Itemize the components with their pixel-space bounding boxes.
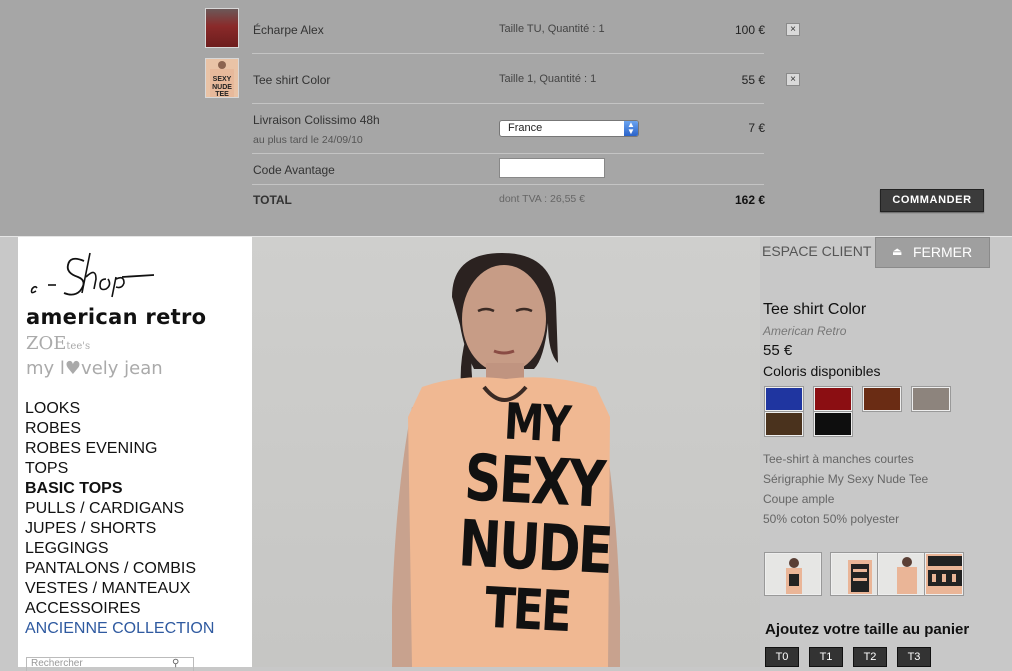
eject-icon: ⏏ bbox=[892, 246, 903, 258]
nav-item-jupes-shorts[interactable]: JUPES / SHORTS bbox=[25, 519, 214, 539]
sidebar: american retro ZOEtee's my l♥vely jean L… bbox=[18, 237, 252, 671]
brand-my-lovely-jean[interactable]: my l♥vely jean bbox=[26, 358, 163, 379]
code-avantage-input[interactable] bbox=[499, 158, 605, 178]
color-swatch-red[interactable] bbox=[813, 386, 853, 412]
nav-item-pantalons-combis[interactable]: PANTALONS / COMBIS bbox=[25, 559, 214, 579]
nav-item-basic-tops[interactable]: BASIC TOPS bbox=[25, 479, 214, 499]
color-swatch-grey[interactable] bbox=[911, 386, 951, 412]
remove-item-button[interactable]: × bbox=[786, 73, 800, 86]
cart-item-price: 55 € bbox=[741, 73, 765, 87]
nav-item-robes[interactable]: ROBES bbox=[25, 419, 214, 439]
cart-panel: Écharpe Alex Taille TU, Quantité : 1 100… bbox=[0, 0, 1012, 237]
size-button-t2[interactable]: T2 bbox=[853, 647, 887, 667]
product-description-line: Sérigraphie My Sexy Nude Tee bbox=[763, 472, 929, 486]
shipping-sublabel: au plus tard le 24/09/10 bbox=[253, 134, 363, 146]
size-button-t0[interactable]: T0 bbox=[765, 647, 799, 667]
order-button[interactable]: COMMANDER bbox=[880, 189, 984, 212]
colors-label: Coloris disponibles bbox=[763, 363, 881, 379]
shirt-print-line: NUDE bbox=[456, 507, 613, 590]
eshop-logo[interactable] bbox=[24, 247, 155, 304]
close-cart-button[interactable]: ⏏ FERMER bbox=[875, 237, 990, 268]
product-title: Tee shirt Color bbox=[763, 301, 867, 318]
color-swatch-dark-brown[interactable] bbox=[764, 411, 804, 437]
color-swatch-black[interactable] bbox=[813, 411, 853, 437]
close-label: FERMER bbox=[913, 244, 973, 260]
search-input[interactable]: Rechercher bbox=[26, 657, 194, 671]
nav-item-vestes-manteaux[interactable]: VESTES / MANTEAUX bbox=[25, 579, 214, 599]
espace-client-link[interactable]: ESPACE CLIENT bbox=[762, 243, 871, 259]
shipping-row: Livraison Colissimo 48h au plus tard le … bbox=[205, 110, 765, 156]
shirt-print: MY SEXY NUDE TEE bbox=[436, 392, 629, 645]
divider bbox=[252, 103, 764, 104]
cart-item: Écharpe Alex Taille TU, Quantité : 1 100… bbox=[205, 8, 800, 54]
nav-item-looks[interactable]: LOOKS bbox=[25, 399, 214, 419]
size-button-t1[interactable]: T1 bbox=[809, 647, 843, 667]
nav-item-accessoires[interactable]: ACCESSOIRES bbox=[25, 599, 214, 619]
brand-zoe-text: ZOE bbox=[26, 333, 67, 354]
color-swatch-brown[interactable] bbox=[862, 386, 902, 412]
divider bbox=[252, 184, 764, 185]
total-value: 162 € bbox=[734, 193, 765, 207]
size-label: Ajoutez votre taille au panier bbox=[765, 621, 970, 638]
product-price: 55 € bbox=[763, 342, 793, 359]
color-swatch-blue[interactable] bbox=[764, 386, 804, 412]
product-thumbnail[interactable] bbox=[924, 552, 964, 596]
divider bbox=[252, 153, 764, 154]
nav-item-pulls-cardigans[interactable]: PULLS / CARDIGANS bbox=[25, 499, 214, 519]
brand-american-retro[interactable]: american retro bbox=[26, 305, 206, 329]
remove-item-button[interactable]: × bbox=[786, 23, 800, 36]
brand-zoe-tees[interactable]: ZOEtee's bbox=[26, 333, 90, 354]
size-button-t3[interactable]: T3 bbox=[897, 647, 931, 667]
product-description-line: Tee-shirt à manches courtes bbox=[763, 452, 914, 466]
category-nav: LOOKS ROBES ROBES EVENING TOPS BASIC TOP… bbox=[25, 399, 214, 639]
svg-text:TEE: TEE bbox=[215, 91, 229, 97]
divider bbox=[252, 53, 764, 54]
code-label: Code Avantage bbox=[253, 163, 335, 177]
product-description-line: Coupe ample bbox=[763, 492, 835, 506]
product-brand[interactable]: American Retro bbox=[763, 324, 846, 338]
product-thumbnail[interactable] bbox=[764, 552, 822, 596]
nav-item-tops[interactable]: TOPS bbox=[25, 459, 214, 479]
nav-item-ancienne-collection[interactable]: ANCIENNE COLLECTION bbox=[25, 619, 214, 639]
shirt-print-line: TEE bbox=[483, 575, 572, 646]
product-photo[interactable]: MY SEXY NUDE TEE bbox=[252, 237, 760, 667]
brand-zoe-small: tee's bbox=[66, 341, 91, 352]
total-row: TOTAL dont TVA : 26,55 € 162 € bbox=[205, 186, 765, 232]
shipping-price: 7 € bbox=[748, 121, 765, 135]
search-icon[interactable]: ⚲ bbox=[172, 658, 179, 669]
nav-item-robes-evening[interactable]: ROBES EVENING bbox=[25, 439, 214, 459]
cart-item: SEXY NUDE TEE Tee shirt Color Taille 1, Qu… bbox=[205, 58, 800, 104]
product-description-line: 50% coton 50% polyester bbox=[763, 512, 900, 526]
nav-item-leggings[interactable]: LEGGINGS bbox=[25, 539, 214, 559]
cart-item-price: 100 € bbox=[734, 23, 765, 37]
